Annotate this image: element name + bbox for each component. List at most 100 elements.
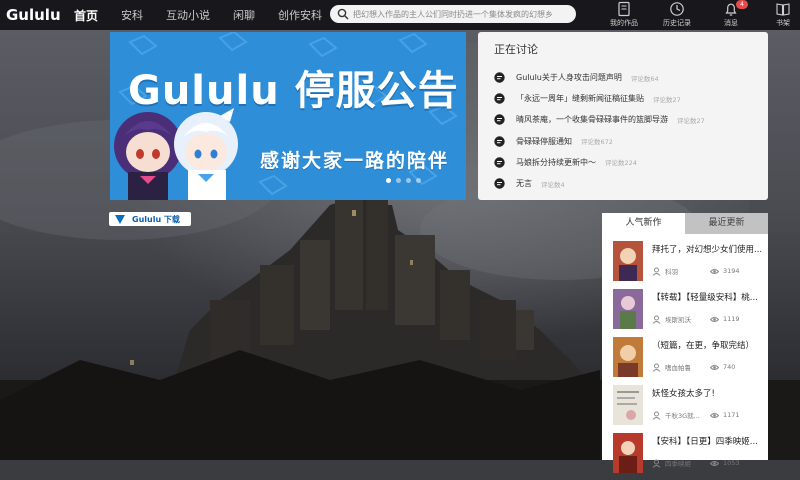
discussion-item[interactable]: Gululu关于人身攻击问题声明 评论数64 — [494, 67, 764, 88]
tab-recent-updates[interactable]: 最近更新 — [685, 213, 768, 234]
book-icon — [776, 3, 790, 16]
list-item[interactable]: 【转载】【轻量级安科】桃... 埃斯凯沃 1119 — [602, 288, 768, 336]
top-navigation-bar: Gululu 首页 安科 互动小说 闲聊 创作安科 我的作品 历史记录 — [0, 0, 800, 30]
discussion-count: 评论数672 — [581, 138, 613, 147]
download-button[interactable]: Gululu 下载 — [109, 212, 191, 226]
discussion-title: 骨碌碌停服通知 — [516, 136, 572, 146]
discussion-title: 无言 — [516, 179, 532, 189]
tab-popular-new[interactable]: 人气新作 — [602, 213, 685, 234]
work-title: 妖怪女孩太多了! — [652, 389, 715, 399]
work-title: （短篇，在更，争取完结） — [652, 341, 755, 351]
work-cover — [613, 433, 643, 473]
carousel-dot[interactable] — [406, 178, 411, 183]
work-title: 拜托了，对幻想少女们使用... — [652, 245, 763, 255]
work-title: 【转载】【轻量级安科】桃... — [652, 293, 758, 303]
carousel-dot[interactable] — [396, 178, 401, 183]
carousel-indicators — [386, 178, 426, 183]
history-button[interactable]: 历史记录 — [657, 1, 697, 28]
work-views: 3194 — [723, 267, 740, 275]
comment-icon — [494, 178, 505, 189]
work-meta: 嗜血帕鲁 740 — [652, 362, 764, 372]
works-side-panel: 人气新作 最近更新 拜托了，对幻想少女们使用... 科羽 3194 【转载】【轻… — [602, 213, 768, 473]
work-author: 埃斯凯沃 — [665, 316, 691, 324]
download-label: Gululu 下载 — [132, 214, 180, 224]
my-works-button[interactable]: 我的作品 — [604, 1, 644, 28]
banner-characters-illustration — [114, 108, 238, 200]
work-author: 科羽 — [665, 268, 678, 276]
user-icon — [652, 267, 661, 276]
carousel-dot[interactable] — [416, 178, 421, 183]
discussion-count: 评论数64 — [630, 74, 659, 83]
nav-item-interactive-fiction[interactable]: 互动小说 — [166, 7, 210, 23]
discussion-item[interactable]: 马娘拆分持续更新中～ 评论数224 — [494, 152, 764, 173]
discussion-item[interactable]: 晴风茶庵，一个收集骨碌碌事件的篮脚导游 评论数27 — [494, 109, 764, 130]
discussion-item[interactable]: 骨碌碌停服通知 评论数672 — [494, 131, 764, 152]
work-author: 千秋3G就... — [665, 412, 700, 420]
comment-icon — [494, 114, 505, 126]
carousel-dot[interactable] — [386, 178, 391, 183]
list-item[interactable]: 妖怪女孩太多了! 千秋3G就... 1171 — [602, 384, 768, 432]
works-tabs: 人气新作 最近更新 — [602, 213, 768, 234]
bookshelf-label: 书架 — [776, 19, 790, 27]
discussion-count: 评论数4 — [541, 180, 565, 189]
work-cover — [613, 241, 643, 281]
user-icon — [652, 363, 661, 372]
announcement-banner[interactable]: Gululu 停服公告 感谢大家一路的陪伴 — [110, 32, 466, 200]
clock-icon — [670, 2, 684, 16]
work-views: 1053 — [723, 459, 740, 467]
search-box — [330, 5, 576, 23]
messages-label: 消息 — [724, 19, 738, 27]
work-cover — [613, 337, 643, 377]
nav-item-chat[interactable]: 闲聊 — [233, 7, 255, 23]
discussion-title: 「永远一周年」缝剩新闻征稿征集贴 — [516, 94, 644, 104]
my-works-label: 我的作品 — [610, 19, 638, 27]
comment-icon — [494, 93, 505, 104]
discussion-count: 评论数224 — [605, 159, 637, 168]
discussion-title: Gululu关于人身攻击问题声明 — [516, 73, 622, 83]
work-views: 1119 — [723, 315, 740, 323]
eye-icon — [710, 316, 719, 322]
banner-subtitle: 感谢大家一路的陪伴 — [260, 150, 450, 172]
nav-item-anke[interactable]: 安科 — [121, 7, 143, 23]
discussion-title: 马娘拆分持续更新中～ — [516, 157, 596, 167]
work-cover — [613, 289, 643, 329]
works-list: 拜托了，对幻想少女们使用... 科羽 3194 【转载】【轻量级安科】桃... … — [602, 234, 768, 480]
discussion-count: 评论数27 — [653, 95, 681, 104]
search-input[interactable] — [353, 9, 565, 19]
triangle-down-icon — [115, 214, 125, 224]
search-icon[interactable] — [337, 8, 349, 20]
work-meta: 科羽 3194 — [652, 266, 764, 276]
list-item[interactable]: 拜托了，对幻想少女们使用... 科羽 3194 — [602, 240, 768, 288]
nav-item-create-anke[interactable]: 创作安科 — [278, 7, 322, 23]
work-cover — [613, 385, 643, 425]
work-views: 1171 — [723, 411, 740, 419]
work-views: 740 — [723, 363, 736, 371]
discussion-list: Gululu关于人身攻击问题声明 评论数64 「永远一周年」缝剩新闻征稿征集贴 … — [494, 67, 764, 194]
bookshelf-button[interactable]: 书架 — [765, 1, 800, 28]
svg-text:Gululu: Gululu — [6, 6, 61, 24]
work-meta: 千秋3G就... 1171 — [652, 410, 764, 420]
discussion-title: 晴风茶庵，一个收集骨碌碌事件的篮脚导游 — [516, 115, 668, 125]
list-item[interactable]: 【安科】【日更】四季映姬... 四季映姬 1053 — [602, 432, 768, 480]
user-icon — [652, 315, 661, 324]
gululu-logo[interactable]: Gululu — [6, 3, 62, 25]
discussion-heading: 正在讨论 — [494, 43, 538, 56]
eye-icon — [710, 412, 719, 418]
main-nav: 首页 安科 互动小说 闲聊 创作安科 — [74, 0, 345, 30]
work-title: 【安科】【日更】四季映姬... — [652, 437, 758, 447]
work-meta: 埃斯凯沃 1119 — [652, 314, 764, 324]
user-icon — [652, 411, 661, 420]
list-item[interactable]: （短篇，在更，争取完结） 嗜血帕鲁 740 — [602, 336, 768, 384]
comment-icon — [494, 135, 505, 147]
eye-icon — [710, 364, 719, 370]
discussion-panel: 正在讨论 Gululu关于人身攻击问题声明 评论数64 「永远一周年」缝剩新闻征… — [478, 32, 768, 200]
messages-badge: 4 — [736, 0, 748, 9]
messages-button[interactable]: 4 消息 — [711, 0, 751, 28]
comment-icon — [494, 72, 505, 83]
eye-icon — [710, 268, 719, 274]
nav-item-home[interactable]: 首页 — [74, 7, 98, 24]
discussion-item[interactable]: 「永远一周年」缝剩新闻征稿征集贴 评论数27 — [494, 88, 764, 109]
comment-icon — [494, 157, 505, 168]
discussion-item[interactable]: 无言 评论数4 — [494, 173, 764, 194]
history-label: 历史记录 — [663, 19, 691, 27]
